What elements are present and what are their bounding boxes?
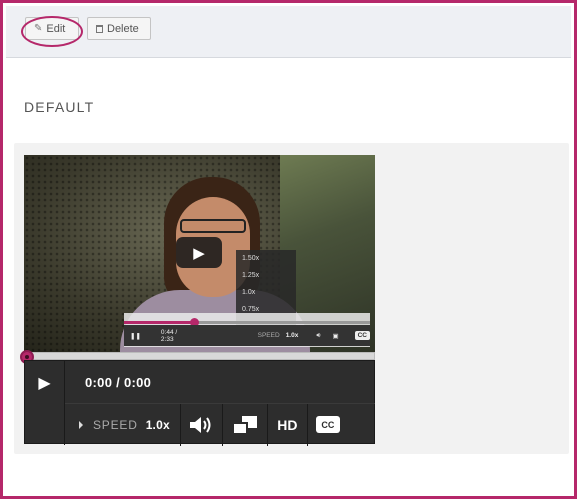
- delete-button-label: Delete: [107, 22, 139, 35]
- cc-button[interactable]: CC: [308, 404, 348, 446]
- big-play-button[interactable]: ▶: [176, 237, 222, 268]
- player-controls: ▶ 0:00 / 0:00 SPEED 1.0x HD CC: [24, 360, 375, 446]
- progress-bar[interactable]: [24, 352, 375, 360]
- play-icon: ▶: [193, 244, 205, 262]
- speed-label: SPEED: [93, 417, 138, 432]
- volume-icon: [190, 416, 211, 433]
- video-frame[interactable]: ▶ 1.50x 1.25x 1.0x 0.75x ❚❚ 0:44 / 2:33 …: [24, 155, 375, 352]
- time-display: 0:00 / 0:00: [85, 375, 152, 390]
- presenter-glasses: [180, 219, 246, 233]
- thumbnail-speed-label: SPEED: [257, 332, 280, 339]
- section-title: DEFAULT: [24, 99, 95, 115]
- fullscreen-button[interactable]: [223, 403, 268, 446]
- thumbnail-volume-icon: 🔊︎: [316, 331, 321, 339]
- play-icon: ▶: [38, 375, 51, 392]
- play-button[interactable]: ▶: [25, 361, 65, 445]
- thumbnail-fullscreen-icon: ▣: [332, 332, 339, 340]
- page-frame: ✎ Edit Delete DEFAULT ▶ 1.50x 1.25x 1.0x…: [0, 0, 577, 499]
- hd-button[interactable]: HD: [268, 403, 308, 446]
- controls-row: SPEED 1.0x HD CC: [65, 403, 375, 446]
- thumbnail-pause-icon: ❚❚: [130, 332, 141, 340]
- speed-option: 1.0x: [242, 289, 256, 296]
- cc-badge: CC: [315, 416, 340, 433]
- speed-option: 1.25x: [242, 272, 260, 279]
- thumbnail-progress: [124, 321, 370, 324]
- delete-button[interactable]: Delete: [87, 17, 151, 40]
- thumbnail-progress-fill: [124, 321, 195, 324]
- speed-option: 1.50x: [242, 255, 260, 262]
- thumbnail-controls: ❚❚ 0:44 / 2:33 SPEED 1.0x 🔊︎ ▣ CC: [124, 325, 370, 346]
- caret-right-icon: [79, 420, 83, 429]
- volume-button[interactable]: [181, 403, 223, 446]
- speed-value: 1.0x: [145, 417, 170, 432]
- fullscreen-icon: [231, 415, 257, 435]
- edit-highlight-ring: [21, 16, 83, 47]
- speed-button[interactable]: SPEED 1.0x: [65, 403, 181, 446]
- thumbnail-time: 0:44 / 2:33: [160, 328, 178, 343]
- thumbnail-cc: CC: [354, 331, 370, 340]
- trash-icon: [96, 24, 103, 33]
- thumbnail-speed-value: 1.0x: [285, 332, 299, 339]
